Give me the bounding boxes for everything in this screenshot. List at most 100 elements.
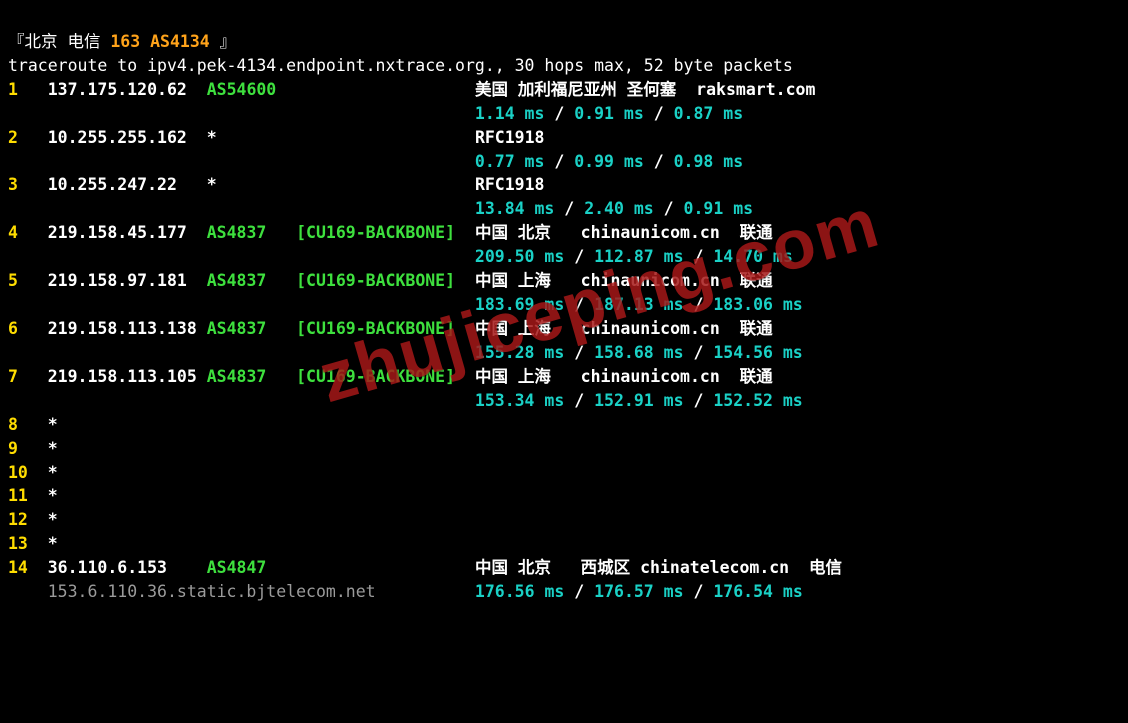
hop-asn: AS54600 <box>207 80 296 99</box>
hop-sep1: / <box>564 343 594 362</box>
hop-spacer2 <box>465 582 475 601</box>
hop-timeout: * <box>48 534 58 553</box>
header-open-bracket: 『 <box>8 32 25 51</box>
hop-rtt3: 154.56 ms <box>713 343 802 362</box>
hop-location: RFC1918 <box>475 175 545 194</box>
hop-number: 7 <box>8 367 48 386</box>
header-close-bracket: 』 <box>210 32 236 51</box>
hop-number: 13 <box>8 534 48 553</box>
hop-backbone-empty <box>296 175 465 194</box>
hop-number: 8 <box>8 415 48 434</box>
hop-timing-line: 153.6.110.36.static.bjtelecom.net 176.56… <box>8 580 1120 604</box>
hop-sep1: / <box>564 391 594 410</box>
hop-rtt2: 152.91 ms <box>594 391 683 410</box>
hop-line: 1 137.175.120.62 AS54600 美国 加利福尼亚州 圣何塞 r… <box>8 78 1120 102</box>
hop-sep2: / <box>644 152 674 171</box>
hop-backbone-empty <box>296 128 465 147</box>
hop-backbone: [CU169-BACKBONE] <box>296 271 465 290</box>
hop-indent <box>8 104 475 123</box>
hop-backbone-empty <box>296 80 465 99</box>
hop-sep2: / <box>644 104 674 123</box>
hop-timing-line: 209.50 ms / 112.87 ms / 14.70 ms <box>8 245 1120 269</box>
header-city: 北京 <box>25 32 58 51</box>
hop-line: 12 * <box>8 508 1120 532</box>
hop-indent <box>8 295 475 314</box>
hop-line: 10 * <box>8 461 1120 485</box>
hop-ip: 137.175.120.62 <box>48 80 207 99</box>
hop-line: 8 * <box>8 413 1120 437</box>
hop-indent <box>8 199 475 218</box>
hop-ip: 36.110.6.153 <box>48 558 207 577</box>
hop-asn: AS4837 <box>207 223 296 242</box>
hop-spacer <box>465 271 475 290</box>
hop-timing-line: 183.69 ms / 187.13 ms / 183.06 ms <box>8 293 1120 317</box>
hop-rtt3: 0.87 ms <box>674 104 744 123</box>
hop-rtt2: 112.87 ms <box>594 247 683 266</box>
hop-rtt1: 1.14 ms <box>475 104 545 123</box>
hops-container: 1 137.175.120.62 AS54600 美国 加利福尼亚州 圣何塞 r… <box>8 78 1120 604</box>
hop-rtt1: 176.56 ms <box>475 582 564 601</box>
hop-rtt3: 0.91 ms <box>684 199 754 218</box>
hop-spacer <box>465 80 475 99</box>
hop-spacer <box>465 367 475 386</box>
hop-rtt2: 158.68 ms <box>594 343 683 362</box>
hop-rtt3: 176.54 ms <box>713 582 802 601</box>
hop-number: 10 <box>8 463 48 482</box>
hop-location: 中国 上海 chinaunicom.cn 联通 <box>475 319 773 338</box>
hop-indent <box>8 391 475 410</box>
hop-spacer <box>465 558 475 577</box>
hop-backbone: [CU169-BACKBONE] <box>296 367 465 386</box>
header-net-name: 163 AS4134 <box>110 32 209 51</box>
hop-number: 4 <box>8 223 48 242</box>
hop-rtt3: 183.06 ms <box>713 295 802 314</box>
hop-line: 2 10.255.255.162 * RFC1918 <box>8 126 1120 150</box>
hop-number: 11 <box>8 486 48 505</box>
hop-ip: 10.255.247.22 <box>48 175 207 194</box>
hop-spacer <box>465 319 475 338</box>
hop-backbone: [CU169-BACKBONE] <box>296 223 465 242</box>
hop-location: 中国 北京 西城区 chinatelecom.cn 电信 <box>475 558 842 577</box>
hop-sep1: / <box>554 199 584 218</box>
hop-location: 中国 上海 chinaunicom.cn 联通 <box>475 271 773 290</box>
hop-timing-line: 13.84 ms / 2.40 ms / 0.91 ms <box>8 197 1120 221</box>
hop-timing-line: 155.28 ms / 158.68 ms / 154.56 ms <box>8 341 1120 365</box>
hop-rtt3: 152.52 ms <box>713 391 802 410</box>
hop-rtt3: 14.70 ms <box>713 247 792 266</box>
hop-sep2: / <box>684 391 714 410</box>
hop-ip: 219.158.45.177 <box>48 223 207 242</box>
hop-indent <box>8 152 475 171</box>
hop-timeout: * <box>48 486 58 505</box>
hop-indent <box>8 247 475 266</box>
hop-sep2: / <box>684 295 714 314</box>
hop-indent <box>8 343 475 362</box>
hop-line: 9 * <box>8 437 1120 461</box>
hop-number: 9 <box>8 439 48 458</box>
hop-location: 中国 北京 chinaunicom.cn 联通 <box>475 223 773 242</box>
hop-sep2: / <box>684 343 714 362</box>
hop-timeout: * <box>48 463 58 482</box>
hop-number: 2 <box>8 128 48 147</box>
hop-rtt1: 183.69 ms <box>475 295 564 314</box>
hop-rtt1: 155.28 ms <box>475 343 564 362</box>
hop-rtt3: 0.98 ms <box>674 152 744 171</box>
hop-asn: AS4847 <box>207 558 296 577</box>
hop-timeout: * <box>48 415 58 434</box>
hop-timing-line: 0.77 ms / 0.99 ms / 0.98 ms <box>8 150 1120 174</box>
hop-rtt2: 2.40 ms <box>584 199 654 218</box>
hop-spacer <box>465 128 475 147</box>
hop-number: 3 <box>8 175 48 194</box>
hop-line: 5 219.158.97.181 AS4837 [CU169-BACKBONE]… <box>8 269 1120 293</box>
hop-backbone: [CU169-BACKBONE] <box>296 319 465 338</box>
hop-asn: AS4837 <box>207 319 296 338</box>
hop-rtt1: 153.34 ms <box>475 391 564 410</box>
hop-spacer <box>465 223 475 242</box>
hop-line: 4 219.158.45.177 AS4837 [CU169-BACKBONE]… <box>8 221 1120 245</box>
traceroute-line: traceroute to ipv4.pek-4134.endpoint.nxt… <box>8 56 793 75</box>
hop-asn: AS4837 <box>207 271 296 290</box>
hop-line: 11 * <box>8 484 1120 508</box>
hop-rdns: 153.6.110.36.static.bjtelecom.net <box>48 582 465 601</box>
hop-number: 5 <box>8 271 48 290</box>
hop-rtt1: 13.84 ms <box>475 199 554 218</box>
hop-line: 14 36.110.6.153 AS4847 中国 北京 西城区 chinate… <box>8 556 1120 580</box>
hop-asn: * <box>207 175 296 194</box>
